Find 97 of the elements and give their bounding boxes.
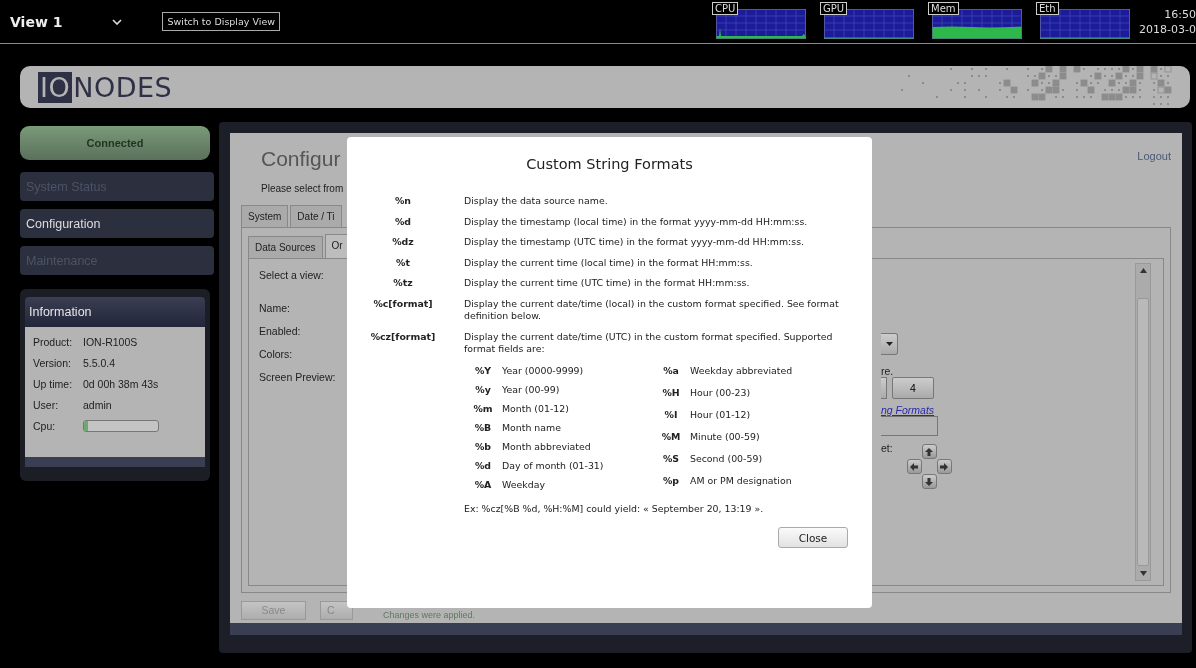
logo: IO NODES xyxy=(38,71,173,103)
caret-down-icon xyxy=(885,342,893,346)
format-code: %M xyxy=(660,431,682,444)
format-code: %dz xyxy=(391,236,415,249)
format-description: Year (0000-9999) xyxy=(502,364,585,377)
info-value: admin xyxy=(83,399,112,411)
instruction-text: Please select from xyxy=(261,183,345,194)
format-code: %c[format] xyxy=(372,297,434,311)
format-description: Hour (01-12) xyxy=(690,408,752,422)
format-description: Display the current time (UTC time) in the format HH:mm:ss. xyxy=(464,277,751,290)
format-description: Display the timestamp (UTC time) in the format yyyy-mm-dd HH:mm:ss. xyxy=(464,236,805,249)
example-text: Ex: %cz[%B %d, %H:%M] could yield: « September 20, 13:19 ». xyxy=(464,503,765,514)
scrollbar[interactable] xyxy=(1135,263,1151,581)
input-field[interactable] xyxy=(881,416,938,436)
number-button[interactable]: 4 xyxy=(892,377,934,399)
format-description: Display the timestamp (local time) in the format yyyy-mm-dd HH:mm:ss. xyxy=(464,215,809,228)
field-label: et: xyxy=(881,442,893,456)
arrow-down-button[interactable] xyxy=(921,474,937,489)
info-label: Version: xyxy=(33,357,72,369)
format-code: %I xyxy=(663,408,679,422)
format-description: Display the data source name. xyxy=(464,195,609,208)
format-code: %t xyxy=(395,256,411,269)
nav-item[interactable]: Configuration xyxy=(20,209,214,238)
hint-text: re. xyxy=(881,365,894,377)
format-description: Year (00-99) xyxy=(502,383,561,396)
info-value: 5.5.0.4 xyxy=(83,357,116,369)
format-description: Weekday xyxy=(502,478,546,491)
info-label: Up time: xyxy=(33,378,74,390)
format-code: %cz[format] xyxy=(369,330,437,344)
format-description: Display the current date/time (local) in the custom format specified. See format definition below. xyxy=(464,297,840,323)
arrow-up-icon xyxy=(925,447,934,456)
monitor-label: GPU xyxy=(820,1,848,15)
format-code: %b xyxy=(473,440,493,453)
format-description: Weekday abbreviated xyxy=(690,364,794,378)
field-label: Name: xyxy=(259,302,291,314)
format-code: %a xyxy=(662,364,680,378)
button-edge[interactable] xyxy=(881,377,887,399)
dialog-title: Custom String Formats xyxy=(525,156,694,172)
format-code: %A xyxy=(473,478,493,491)
view-selector[interactable]: View 1 xyxy=(10,13,63,30)
scroll-down-icon[interactable] xyxy=(1139,571,1147,576)
tab[interactable]: Date / Ti xyxy=(290,205,342,227)
clock-time: 16:50 xyxy=(1164,6,1196,22)
logout-link[interactable]: Logout xyxy=(1137,150,1171,171)
format-code: %m xyxy=(472,402,494,415)
format-description: Hour (00-23) xyxy=(690,386,752,400)
scroll-up-icon[interactable] xyxy=(1139,268,1147,273)
clock-date: 2018-03-0 xyxy=(1139,21,1196,37)
format-description: AM or PM designation xyxy=(690,475,793,489)
format-code: %S xyxy=(661,453,681,467)
formats-link[interactable]: ng Formats xyxy=(881,404,935,416)
info-value: ION-R100S xyxy=(83,336,138,348)
arrow-up-button[interactable] xyxy=(921,444,937,459)
scrollbar-thumb[interactable] xyxy=(1137,298,1149,566)
format-code: %d xyxy=(393,215,413,228)
tab[interactable]: System xyxy=(241,205,289,227)
format-description: Month abbreviated xyxy=(502,440,592,453)
chevron-down-icon[interactable] xyxy=(112,18,123,25)
switch-view-button[interactable]: Switch to Display View xyxy=(162,12,280,31)
info-value: 0d 00h 38m 43s xyxy=(83,378,159,390)
format-description: Month (01-12) xyxy=(502,402,570,415)
format-code: %d xyxy=(473,459,493,472)
format-code: %n xyxy=(393,195,413,208)
format-description: Display the current time (local time) in the format HH:mm:ss. xyxy=(464,256,754,269)
arrow-right-button[interactable] xyxy=(936,459,952,474)
monitor-label: CPU xyxy=(712,1,739,15)
monitor-label: Eth xyxy=(1036,1,1059,15)
arrow-left-icon xyxy=(910,462,919,471)
format-code: %y xyxy=(474,383,492,396)
arrow-down-icon xyxy=(925,477,934,486)
page-title: Configur xyxy=(261,147,341,171)
arrow-left-button[interactable] xyxy=(906,459,922,474)
tab[interactable]: Or xyxy=(324,234,350,258)
format-description: Second (00-59) xyxy=(690,453,764,467)
arrow-right-icon xyxy=(940,462,949,471)
info-label: User: xyxy=(33,399,60,411)
status-message: Changes were applied. xyxy=(383,610,476,620)
field-label: Screen Preview: xyxy=(259,371,337,383)
info-label: Cpu: xyxy=(33,420,57,432)
tab[interactable]: Data Sources xyxy=(248,236,323,258)
dropdown[interactable] xyxy=(881,333,898,355)
field-label: Enabled: xyxy=(259,325,302,337)
format-code: %tz xyxy=(392,277,414,290)
format-description: Month name xyxy=(502,421,562,434)
format-code: %p xyxy=(661,475,681,489)
field-label: Colors: xyxy=(259,348,294,360)
format-description: Day of month (01-31) xyxy=(502,459,605,472)
format-description: Minute (00-59) xyxy=(690,431,761,444)
info-label: Product: xyxy=(33,336,74,348)
info-title: Information xyxy=(25,297,205,327)
field-label: Select a view: xyxy=(259,269,325,283)
format-code: %Y xyxy=(473,364,493,377)
close-button[interactable]: Close xyxy=(778,527,848,548)
monitor-label: Mem xyxy=(928,1,959,15)
format-code: %H xyxy=(661,386,681,400)
format-code: %B xyxy=(473,421,493,434)
format-description: Display the current date/time (UTC) in the custom format specified. Supported format fields are: xyxy=(464,330,834,356)
